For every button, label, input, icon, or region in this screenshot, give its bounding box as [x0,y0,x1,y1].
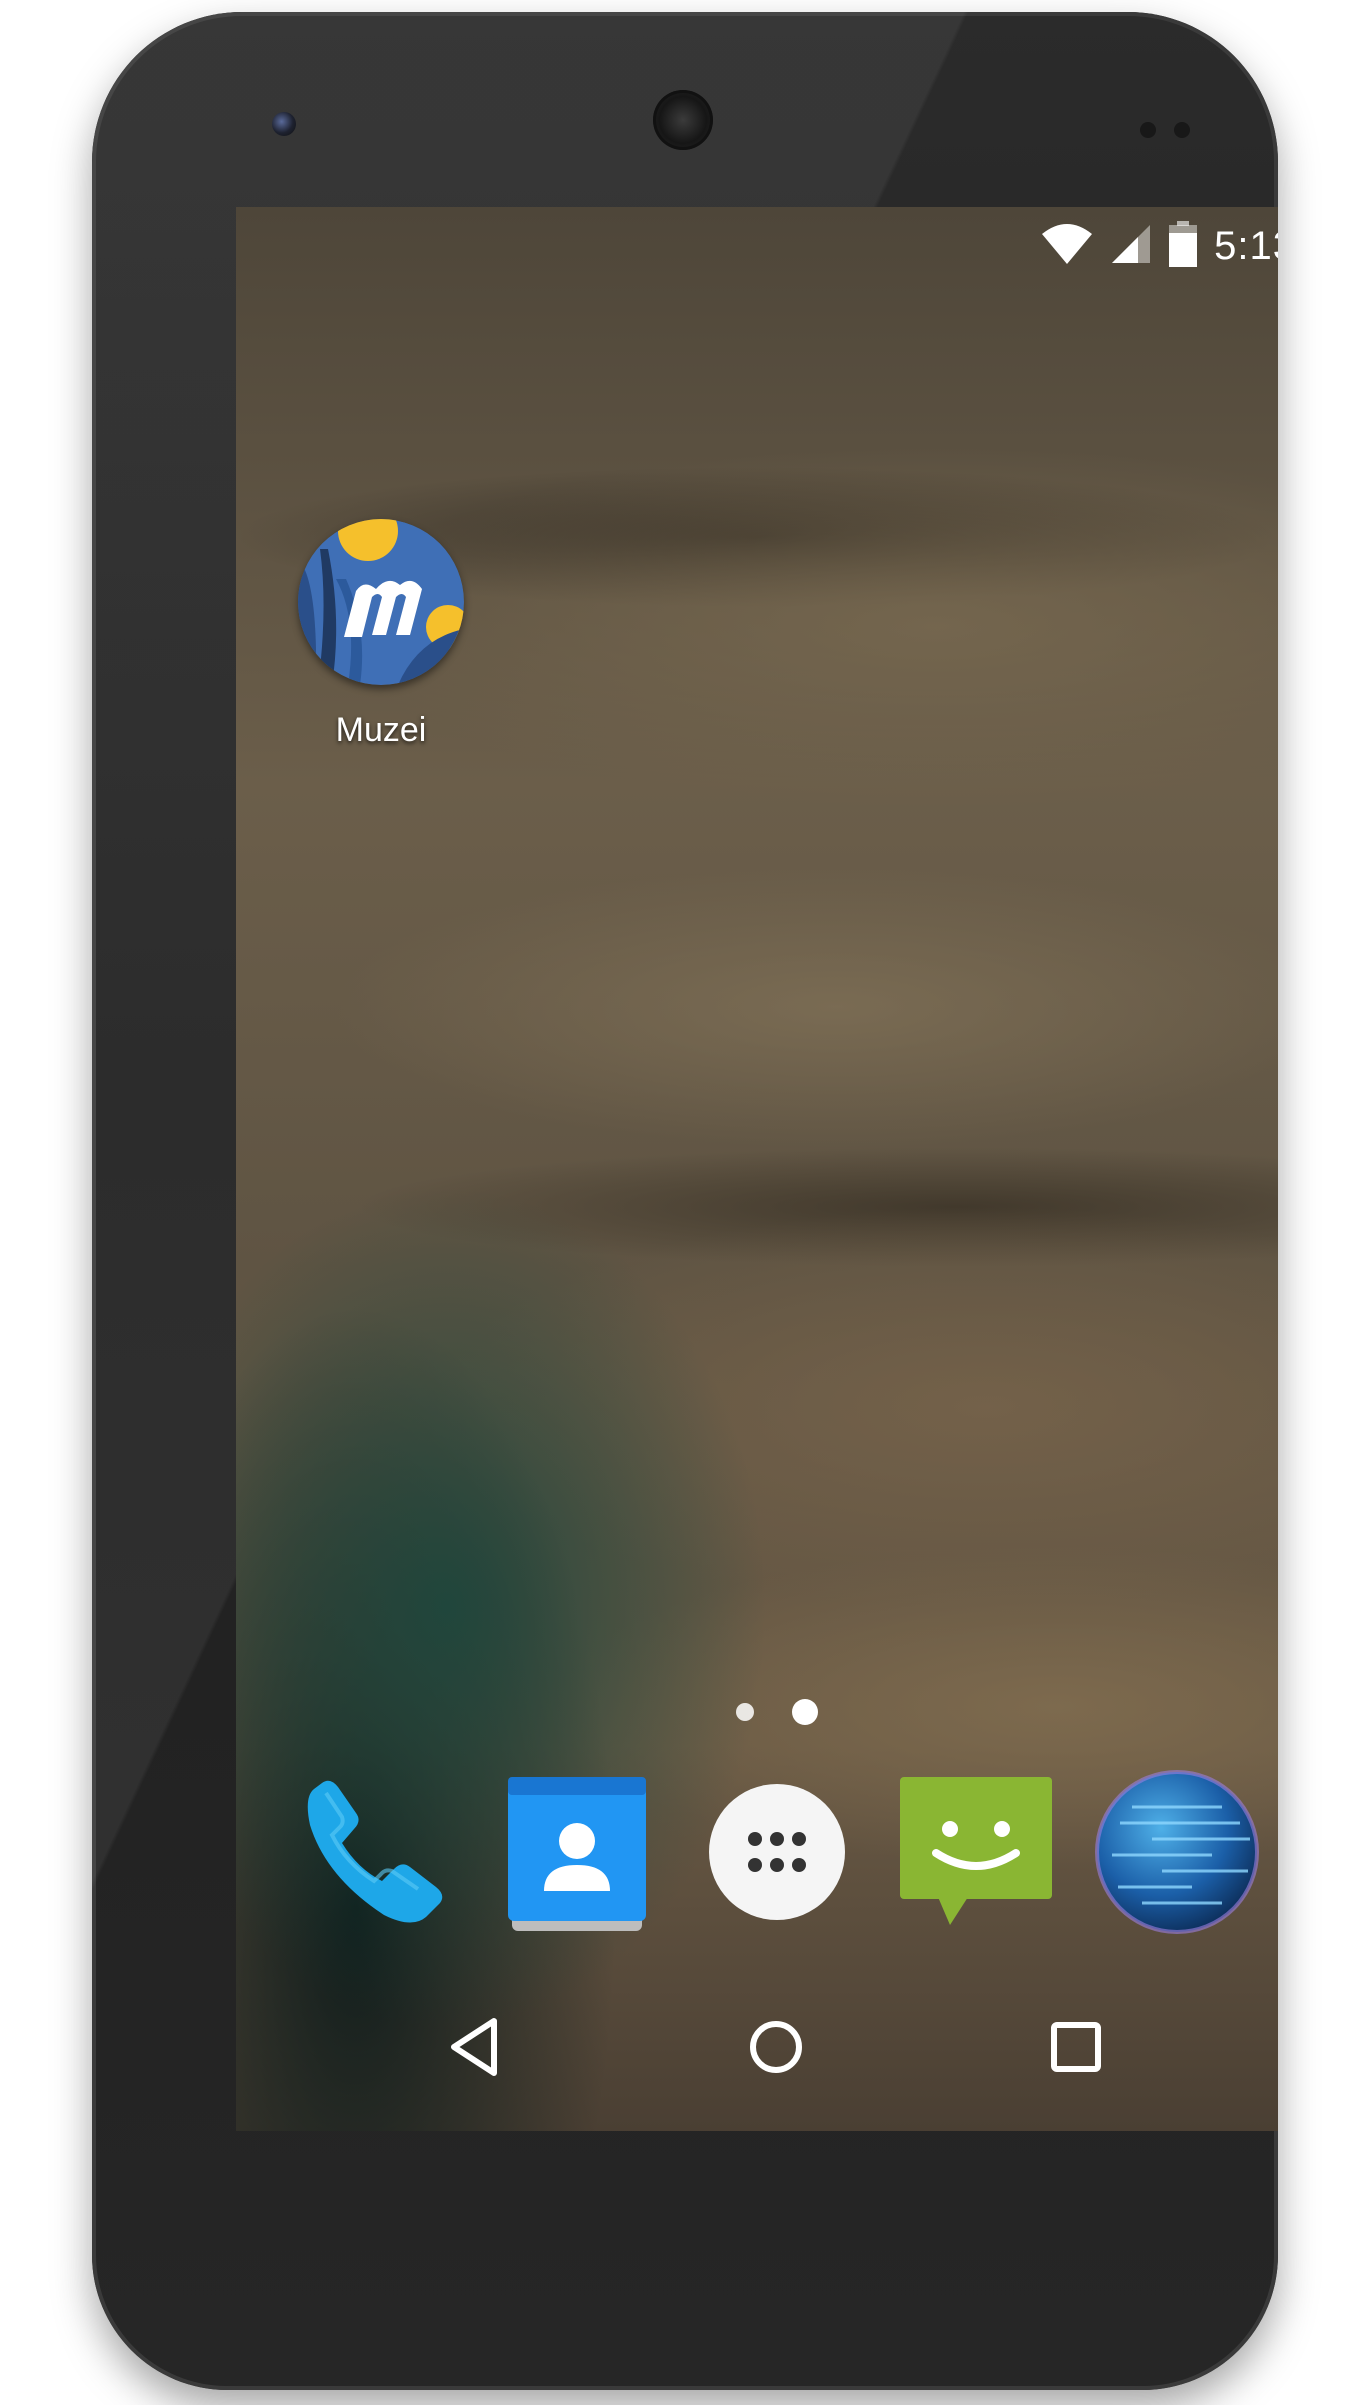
light-sensor [1174,122,1190,138]
app-label-muzei: Muzei [335,711,427,749]
front-camera [272,112,296,136]
contacts-icon[interactable] [492,1767,662,1937]
status-icons: 5:13 [1040,220,1278,272]
muzei-icon [298,519,464,685]
home-icon[interactable] [736,2007,816,2087]
status-time: 5:13 [1214,223,1278,268]
app-drawer-icon[interactable] [692,1767,862,1937]
browser-globe-icon[interactable] [1092,1767,1262,1937]
screen: 5:13 Muzei [236,207,1278,2131]
messaging-icon[interactable] [890,1767,1060,1937]
wifi-icon [1040,222,1094,271]
battery-icon [1168,220,1198,272]
status-bar: 5:13 [236,207,1278,287]
app-shortcut-muzei[interactable]: Muzei [296,519,466,750]
cellular-signal-icon [1110,223,1152,270]
phone-icon[interactable] [286,1767,456,1937]
navigation-bar [236,1967,1278,2131]
page-dot-1[interactable] [736,1703,754,1721]
dock [236,1767,1278,1937]
recents-icon[interactable] [1036,2007,1116,2087]
page-indicator [236,1699,1278,1725]
page-dot-2[interactable] [792,1699,818,1725]
earpiece-speaker [653,90,713,150]
phone-device: 5:13 Muzei [92,12,1278,2390]
back-icon[interactable] [436,2007,516,2087]
proximity-sensor [1140,122,1156,138]
